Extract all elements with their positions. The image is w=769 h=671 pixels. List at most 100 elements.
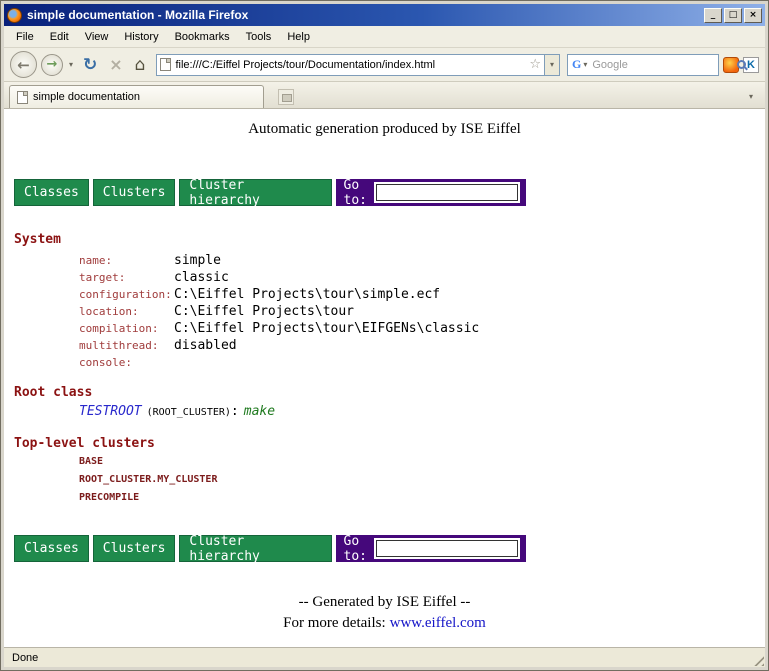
tab-bar-extra-button[interactable]	[278, 89, 294, 105]
details-line: For more details: www.eiffel.com	[4, 615, 765, 634]
url-dropdown-caret-icon: ▾	[548, 60, 556, 69]
list-all-tabs-button[interactable]: ▾	[742, 87, 760, 105]
navigation-toolbar: ← → ▾ ↻ × ⌂ ☆ ▾ G ▾ K	[4, 48, 765, 82]
cluster-link-base[interactable]: BASE	[79, 456, 103, 467]
cluster-hierarchy-button[interactable]: Cluster hierarchy	[179, 179, 331, 206]
stop-button[interactable]: ×	[105, 55, 126, 74]
system-row: configuration:C:\Eiffel Projects\tour\si…	[79, 286, 765, 303]
system-value: classic	[174, 270, 229, 285]
classes-button-bottom[interactable]: Classes	[14, 535, 89, 562]
goto-input-bottom[interactable]	[376, 540, 518, 557]
doc-navbar-bottom: Classes Clusters Cluster hierarchy Go to…	[14, 535, 526, 562]
system-heading: System	[14, 232, 765, 248]
page-content: Automatic generation produced by ISE Eif…	[4, 109, 765, 647]
menu-bookmarks[interactable]: Bookmarks	[167, 28, 238, 46]
cluster-hierarchy-button-bottom[interactable]: Cluster hierarchy	[179, 535, 331, 562]
search-input[interactable]	[589, 59, 737, 71]
system-key: name:	[79, 253, 174, 269]
tab-page-icon	[17, 91, 28, 104]
menu-file[interactable]: File	[8, 28, 42, 46]
page-header: Automatic generation produced by ISE Eif…	[4, 121, 765, 140]
page-icon	[160, 58, 171, 71]
goto-input-top[interactable]	[376, 184, 518, 201]
status-text: Done	[12, 652, 38, 664]
search-bar: G ▾	[567, 54, 719, 76]
system-key: console:	[79, 355, 174, 371]
eiffel-com-link[interactable]: www.eiffel.com	[390, 615, 486, 631]
details-prefix: For more details:	[283, 615, 385, 631]
menu-help[interactable]: Help	[279, 28, 318, 46]
system-value: simple	[174, 253, 221, 268]
goto-label: Go to:	[344, 178, 367, 208]
back-forward-dropdown[interactable]: ▾	[67, 60, 75, 69]
root-class-line: TESTROOT (ROOT_CLUSTER): make	[79, 401, 765, 422]
clusters-button[interactable]: Clusters	[93, 179, 176, 206]
system-row: console:	[79, 354, 765, 371]
forward-icon: →	[47, 57, 58, 72]
resize-grip[interactable]	[751, 653, 764, 666]
cluster-link-root-cluster-my-cluster[interactable]: ROOT_CLUSTER.MY_CLUSTER	[79, 474, 217, 485]
forward-button[interactable]: →	[41, 54, 63, 76]
system-row: location:C:\Eiffel Projects\tour	[79, 303, 765, 320]
goto-section-bottom: Go to:	[336, 535, 526, 562]
generated-note: -- Generated by ISE Eiffel --	[4, 594, 765, 613]
clusters-button-bottom[interactable]: Clusters	[93, 535, 176, 562]
status-bar: Done	[4, 647, 765, 667]
menu-edit[interactable]: Edit	[42, 28, 77, 46]
root-cluster-ref: (ROOT_CLUSTER)	[147, 407, 231, 418]
url-input[interactable]	[171, 59, 526, 71]
goto-section: Go to:	[336, 179, 526, 206]
goto-label-bottom: Go to:	[344, 534, 367, 564]
root-class-separator: :	[231, 404, 239, 419]
firefox-icon	[7, 8, 22, 23]
system-value: C:\Eiffel Projects\tour\EIFGENs\classic	[174, 321, 479, 336]
system-key: configuration:	[79, 287, 174, 303]
cluster-link-precompile[interactable]: PRECOMPILE	[79, 492, 139, 503]
doc-navbar-top: Classes Clusters Cluster hierarchy Go to…	[14, 179, 526, 206]
system-key: target:	[79, 270, 174, 286]
system-value: C:\Eiffel Projects\tour\simple.ecf	[174, 287, 440, 302]
menu-view[interactable]: View	[77, 28, 117, 46]
system-value: disabled	[174, 338, 237, 353]
menubar: File Edit View History Bookmarks Tools H…	[4, 26, 765, 48]
firefox-window: simple documentation - Mozilla Firefox _…	[0, 0, 769, 671]
tab-label: simple documentation	[33, 91, 140, 103]
reload-button[interactable]: ↻	[79, 55, 101, 75]
maximize-button[interactable]: □	[724, 8, 742, 23]
menu-tools[interactable]: Tools	[238, 28, 280, 46]
system-row: compilation:C:\Eiffel Projects\tour\EIFG…	[79, 320, 765, 337]
window-controls: _ □ ×	[704, 8, 762, 23]
system-row: name:simple	[79, 252, 765, 269]
back-button[interactable]: ←	[10, 51, 37, 78]
tab-simple-documentation[interactable]: simple documentation	[9, 85, 264, 108]
testroot-link[interactable]: TESTROOT	[79, 404, 142, 419]
tab-bar: simple documentation ▾	[4, 82, 765, 109]
clusters-heading: Top-level clusters	[14, 436, 765, 452]
make-link[interactable]: make	[244, 404, 275, 419]
home-button[interactable]: ⌂	[131, 55, 150, 75]
back-icon: ←	[17, 56, 30, 74]
window-title: simple documentation - Mozilla Firefox	[27, 8, 704, 22]
menu-history[interactable]: History	[116, 28, 166, 46]
minimize-button[interactable]: _	[704, 8, 722, 23]
system-value: C:\Eiffel Projects\tour	[174, 304, 354, 319]
classes-button[interactable]: Classes	[14, 179, 89, 206]
list-all-tabs-caret-icon: ▾	[747, 92, 755, 101]
cluster-item: PRECOMPILE	[79, 488, 765, 506]
close-button[interactable]: ×	[744, 8, 762, 23]
titlebar[interactable]: simple documentation - Mozilla Firefox _…	[4, 4, 765, 26]
system-key: compilation:	[79, 321, 174, 337]
cluster-item: ROOT_CLUSTER.MY_CLUSTER	[79, 470, 765, 488]
search-engine-dropdown[interactable]: ▾	[581, 60, 589, 69]
system-row: multithread:disabled	[79, 337, 765, 354]
system-key: multithread:	[79, 338, 174, 354]
url-bar: ☆ ▾	[156, 54, 560, 76]
system-row: target:classic	[79, 269, 765, 286]
root-class-heading: Root class	[14, 385, 765, 401]
search-magnifier-icon[interactable]	[737, 60, 746, 69]
url-dropdown-button[interactable]: ▾	[544, 55, 559, 75]
system-key: location:	[79, 304, 174, 320]
cluster-item: BASE	[79, 452, 765, 470]
bookmark-star-icon[interactable]: ☆	[526, 57, 544, 72]
google-icon: G	[572, 57, 581, 72]
